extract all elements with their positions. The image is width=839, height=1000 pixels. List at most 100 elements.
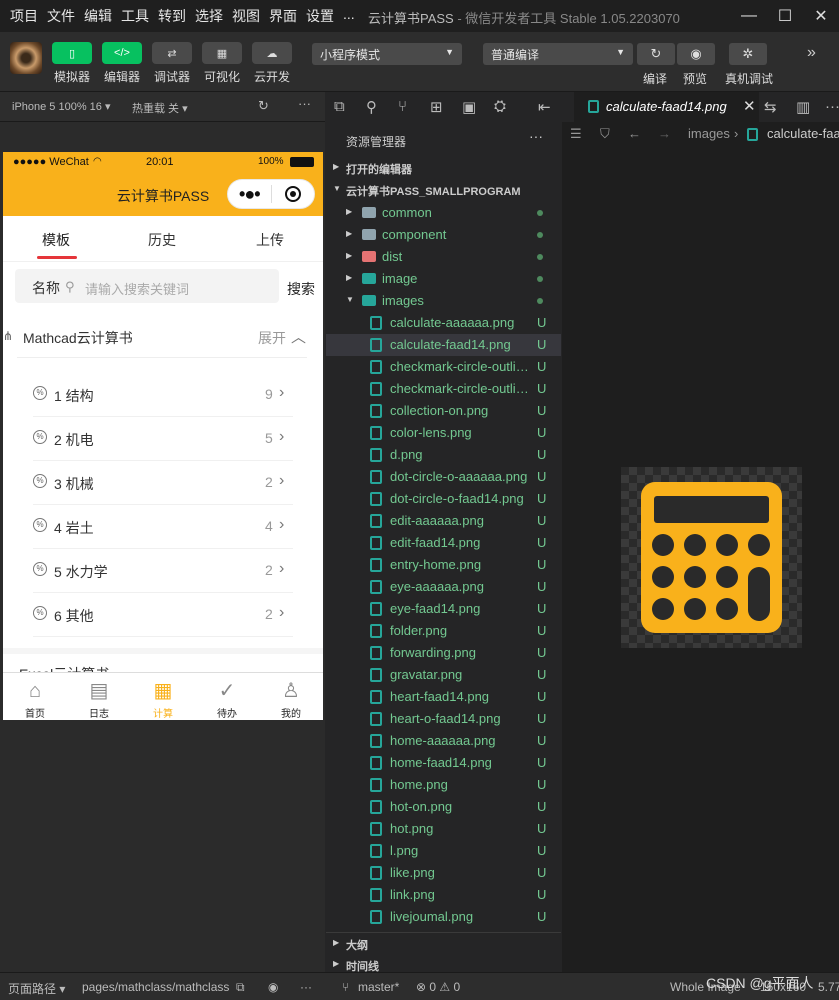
rotate-icon[interactable]: ↻ bbox=[258, 98, 269, 114]
real-debug-label[interactable]: 真机调试 bbox=[725, 70, 773, 87]
menu-item-interface[interactable]: 界面 bbox=[269, 6, 297, 26]
cloud-button[interactable]: ☁ 云开发 bbox=[252, 42, 292, 85]
file-item[interactable]: checkmark-circle-outline-faad14.png U bbox=[326, 378, 561, 400]
more-dots-icon[interactable]: •●• bbox=[228, 184, 271, 205]
search-button[interactable]: 搜索 bbox=[287, 279, 315, 299]
bookmark-icon[interactable]: ⛉ bbox=[600, 126, 610, 142]
tabbar-calculate[interactable]: ▦ 计算 bbox=[131, 673, 195, 720]
file-item[interactable]: color-lens.png U bbox=[326, 422, 561, 444]
menu-item-project[interactable]: 项目 bbox=[10, 6, 38, 26]
split-editor-icon[interactable]: ▥ bbox=[796, 98, 810, 116]
file-item[interactable]: eye-faad14.png U bbox=[326, 598, 561, 620]
list-item[interactable]: % 6 其他 2 › bbox=[33, 593, 293, 637]
docker-icon[interactable]: ⛭ bbox=[494, 98, 506, 115]
list-item[interactable]: % 5 水力学 2 › bbox=[33, 549, 293, 593]
hotreload-select[interactable]: 热重载 关 ▾ bbox=[132, 100, 188, 116]
menu-item-edit[interactable]: 编辑 bbox=[84, 6, 112, 26]
file-item[interactable]: hot-on.png U bbox=[326, 796, 561, 818]
breadcrumb-file[interactable]: calculate-faa bbox=[767, 126, 839, 141]
file-item[interactable]: d.png U bbox=[326, 444, 561, 466]
list-item[interactable]: % 3 机械 2 › bbox=[33, 461, 293, 505]
storage-icon[interactable]: ▣ bbox=[462, 98, 476, 116]
maximize-icon[interactable]: ☐ bbox=[767, 0, 803, 32]
list-item[interactable]: % 1 结构 9 › bbox=[33, 373, 293, 417]
bug-icon[interactable]: ✲ bbox=[729, 43, 767, 65]
file-item[interactable]: home-aaaaaa.png U bbox=[326, 730, 561, 752]
close-miniprogram-icon[interactable] bbox=[271, 186, 314, 202]
folder-item[interactable]: ▶ dist bbox=[326, 246, 561, 268]
project-section[interactable]: ▼ 云计算书PASS_SMALLPROGRAM bbox=[326, 179, 561, 201]
menu-item-file[interactable]: 文件 bbox=[47, 6, 75, 26]
tab-template[interactable]: 模板 bbox=[42, 230, 70, 250]
file-item-selected[interactable]: calculate-faad14.png U bbox=[326, 334, 561, 356]
tabbar-mine[interactable]: ♙ 我的 bbox=[259, 673, 323, 720]
forward-arrow-icon[interactable]: → bbox=[658, 126, 671, 141]
file-item[interactable]: like.png U bbox=[326, 862, 561, 884]
file-item[interactable]: l.png U bbox=[326, 840, 561, 862]
chevron-up-icon[interactable]: ︿ bbox=[291, 326, 306, 347]
tab-upload[interactable]: 上传 bbox=[256, 230, 284, 250]
file-item[interactable]: dot-circle-o-faad14.png U bbox=[326, 488, 561, 510]
tab-history[interactable]: 历史 bbox=[148, 230, 176, 250]
extensions-icon[interactable]: ⊞ bbox=[430, 98, 443, 116]
menu-item-tools[interactable]: 工具 bbox=[121, 6, 149, 26]
problems-count[interactable]: ⊗ 0 ⚠ 0 bbox=[416, 980, 460, 994]
folder-item[interactable]: ▶ common bbox=[326, 202, 561, 224]
close-icon[interactable]: ✕ bbox=[803, 0, 839, 32]
collapse-panel-icon[interactable]: ⇤ bbox=[538, 98, 551, 116]
debugger-button[interactable]: ⇄ 调试器 bbox=[152, 42, 192, 85]
outline-section[interactable]: ▶ 大纲 bbox=[326, 932, 561, 954]
file-item[interactable]: calculate-aaaaaa.png U bbox=[326, 312, 561, 334]
file-item[interactable]: heart-o-faad14.png U bbox=[326, 708, 561, 730]
folder-item[interactable]: ▶ image bbox=[326, 268, 561, 290]
file-item[interactable]: edit-aaaaaa.png U bbox=[326, 510, 561, 532]
page-path-label[interactable]: 页面路径 ▾ bbox=[8, 980, 65, 997]
simulator-button[interactable]: ▯ 模拟器 bbox=[52, 42, 92, 85]
breadcrumb-folder[interactable]: images bbox=[688, 126, 730, 141]
avatar[interactable] bbox=[10, 42, 42, 74]
file-item[interactable]: hot.png U bbox=[326, 818, 561, 840]
search-box[interactable]: 名称 ⚲ 请输入搜索关键词 bbox=[15, 269, 279, 303]
eye-icon[interactable]: ◉ bbox=[677, 43, 715, 65]
eye-icon[interactable]: ◉ bbox=[268, 980, 278, 994]
file-item[interactable]: forwarding.png U bbox=[326, 642, 561, 664]
file-item[interactable]: eye-aaaaaa.png U bbox=[326, 576, 561, 598]
file-item[interactable]: dot-circle-o-aaaaaa.png U bbox=[326, 466, 561, 488]
files-icon[interactable]: ⧉ bbox=[334, 98, 345, 115]
file-item[interactable]: folder.png U bbox=[326, 620, 561, 642]
search-icon[interactable]: ⚲ bbox=[366, 98, 377, 116]
copy-icon[interactable]: ⧉ bbox=[236, 980, 245, 995]
back-arrow-icon[interactable]: ← bbox=[628, 126, 641, 141]
file-item[interactable]: edit-faad14.png U bbox=[326, 532, 561, 554]
branch-icon[interactable]: ⑂ bbox=[342, 980, 349, 994]
overflow-chevron-icon[interactable]: » bbox=[807, 44, 816, 62]
preview-label[interactable]: 预览 bbox=[683, 70, 707, 87]
list-item[interactable]: % 4 岩土 4 › bbox=[33, 505, 293, 549]
close-tab-icon[interactable]: ✕ bbox=[743, 97, 756, 115]
visual-button[interactable]: ▦ 可视化 bbox=[202, 42, 242, 85]
file-item[interactable]: home-faad14.png U bbox=[326, 752, 561, 774]
menu-item-view[interactable]: 视图 bbox=[232, 6, 260, 26]
menu-item-goto[interactable]: 转到 bbox=[158, 6, 186, 26]
menu-item-select[interactable]: 选择 bbox=[195, 6, 223, 26]
expand-label[interactable]: 展开 bbox=[258, 328, 286, 348]
folder-item[interactable]: ▼ images bbox=[326, 290, 561, 312]
menu-item-more[interactable]: ... bbox=[343, 6, 355, 26]
git-branch[interactable]: master* bbox=[358, 980, 399, 994]
folder-item[interactable]: ▶ component bbox=[326, 224, 561, 246]
source-control-icon[interactable]: ⑂ bbox=[398, 98, 407, 115]
file-item[interactable]: gravatar.png U bbox=[326, 664, 561, 686]
file-item[interactable]: collection-on.png U bbox=[326, 400, 561, 422]
tabbar-todo[interactable]: ✓ 待办 bbox=[195, 673, 259, 720]
file-item[interactable]: heart-faad14.png U bbox=[326, 686, 561, 708]
file-item[interactable]: entry-home.png U bbox=[326, 554, 561, 576]
tabbar-log[interactable]: ▤ 日志 bbox=[67, 673, 131, 720]
open-editors-section[interactable]: ▶ 打开的编辑器 bbox=[326, 157, 561, 179]
section-header-mathcad[interactable]: ⋔ Mathcad云计算书 展开 ︿ bbox=[3, 316, 323, 358]
list-item[interactable]: % 2 机电 5 › bbox=[33, 417, 293, 461]
file-item[interactable]: link.png U bbox=[326, 884, 561, 906]
editor-tab[interactable]: calculate-faad14.png ✕ bbox=[574, 92, 759, 122]
tabbar-home[interactable]: ⌂ 首页 bbox=[3, 673, 67, 720]
refresh-icon[interactable]: ↻ bbox=[637, 43, 675, 65]
file-item[interactable]: checkmark-circle-outline-aaaaaa.png U bbox=[326, 356, 561, 378]
